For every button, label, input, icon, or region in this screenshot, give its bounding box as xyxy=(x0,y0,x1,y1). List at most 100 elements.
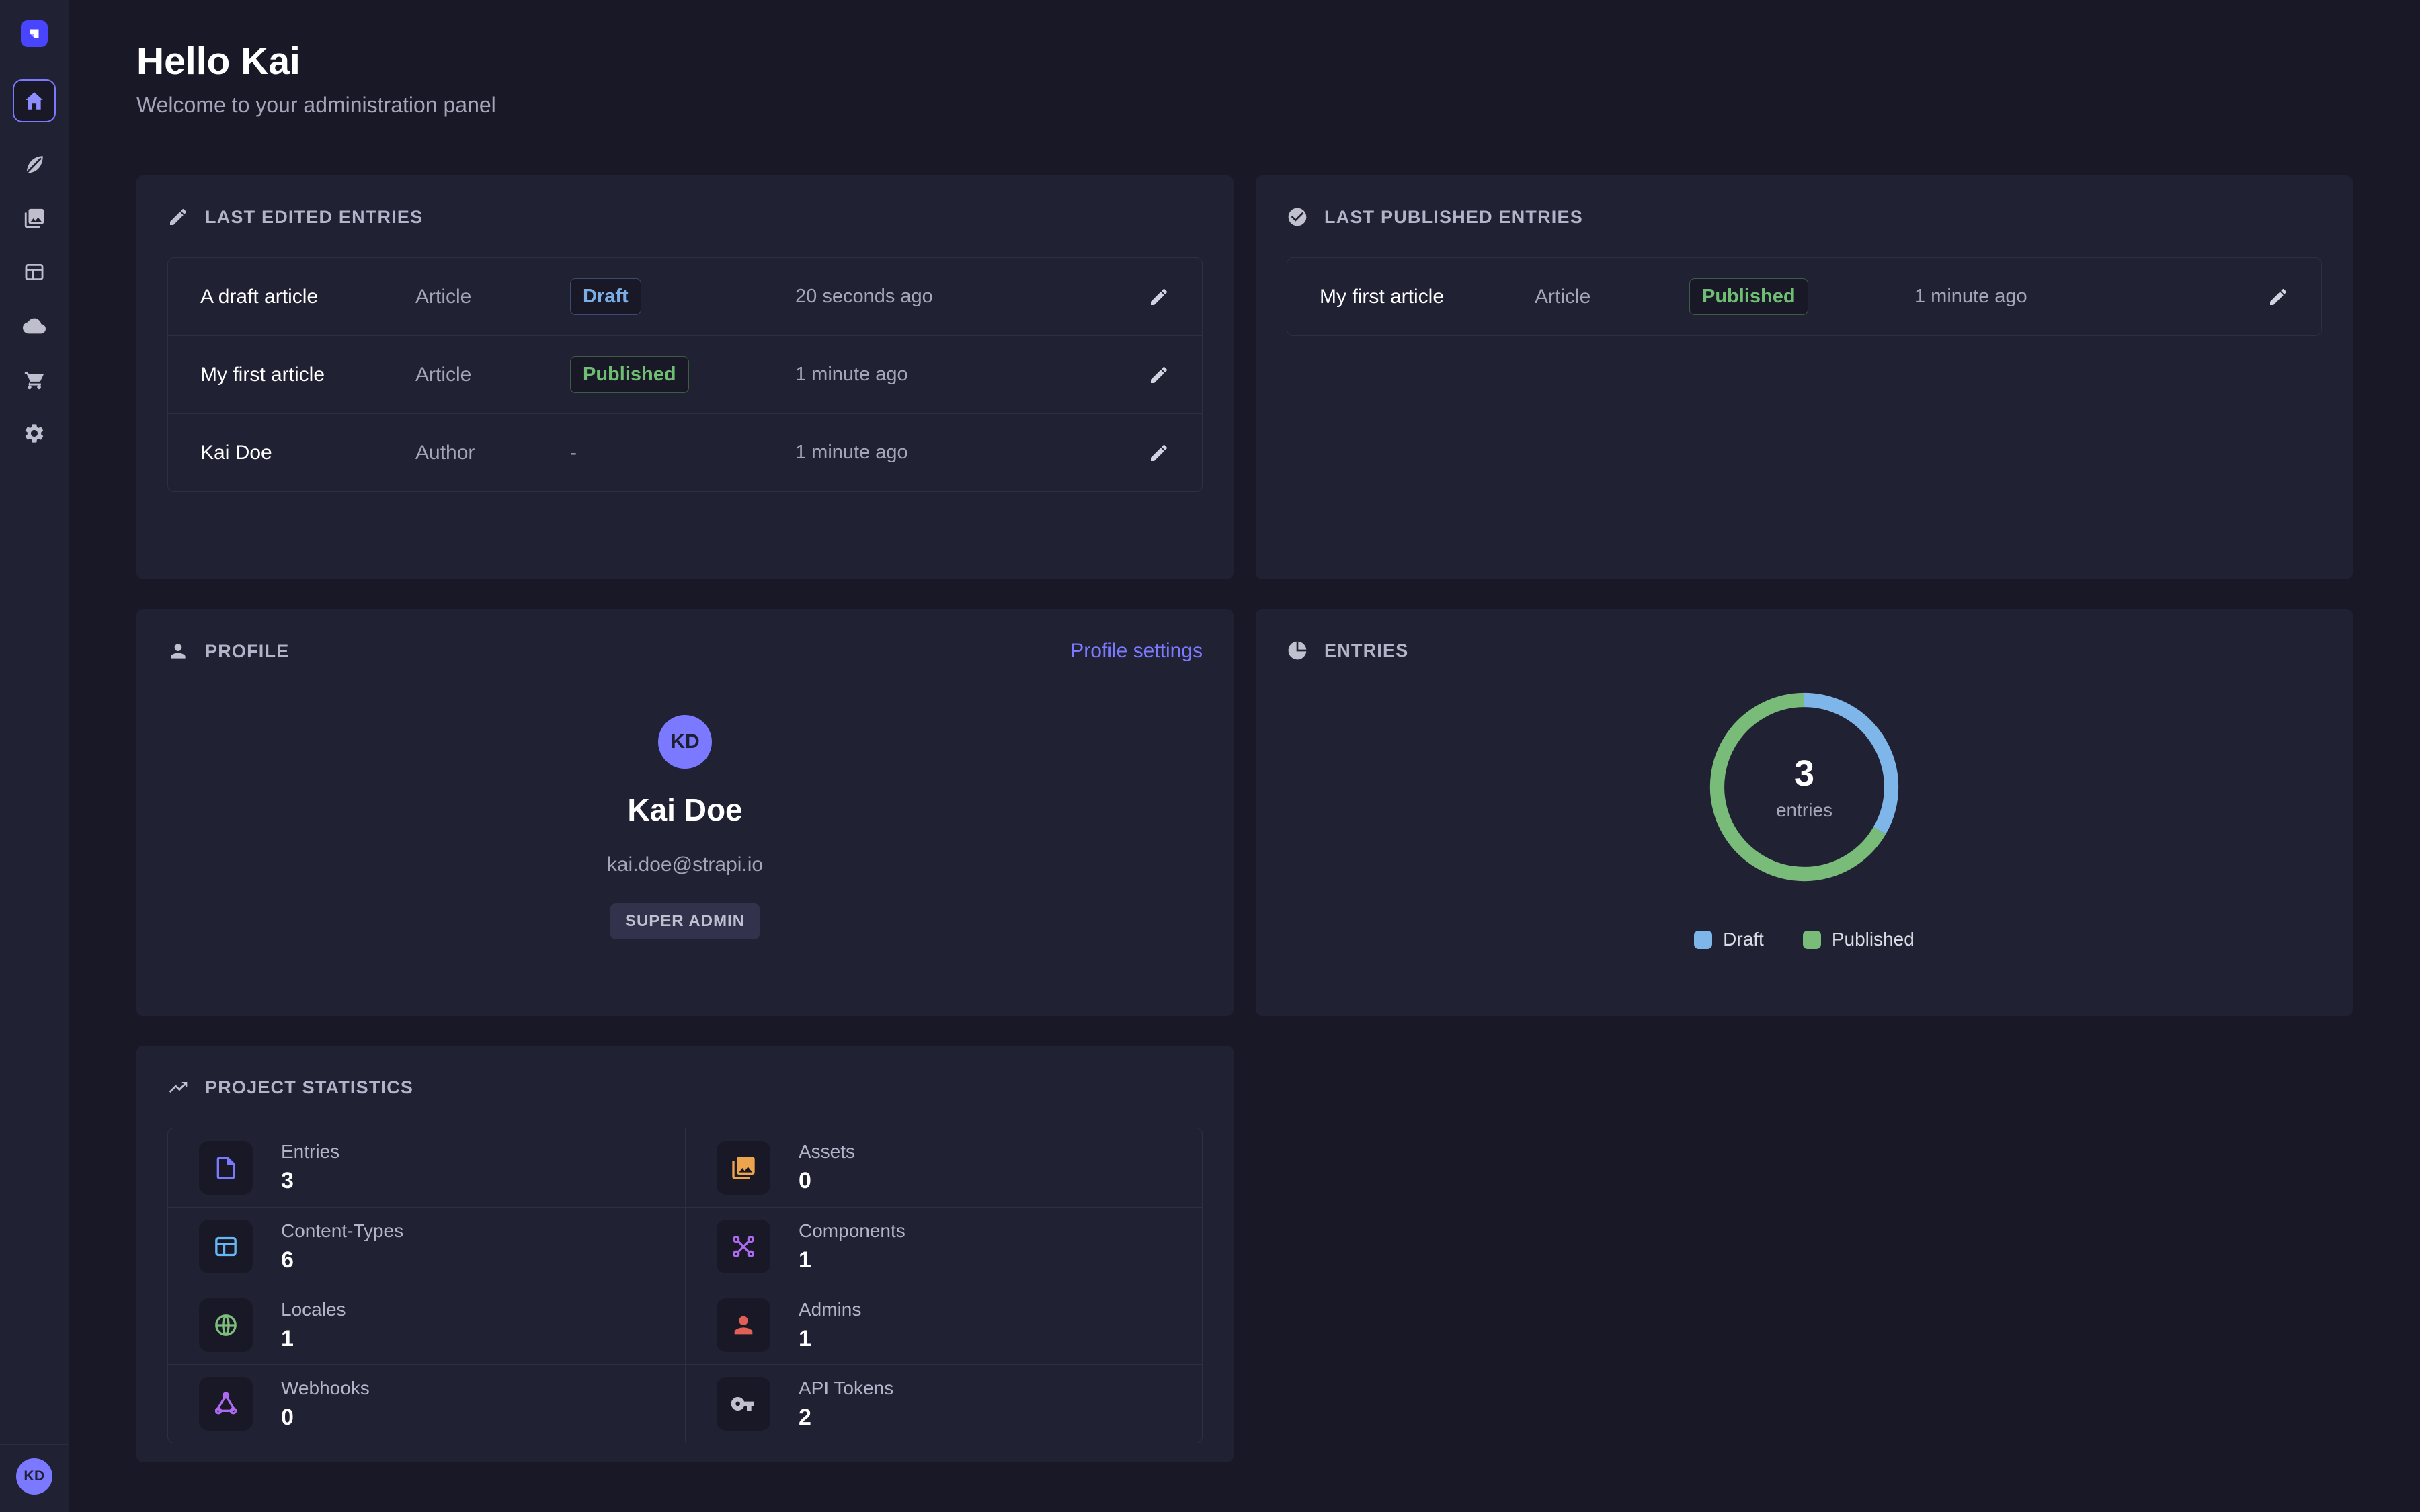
cloud-icon xyxy=(23,314,46,337)
globe-icon xyxy=(212,1312,239,1339)
legend-item: Draft xyxy=(1694,929,1764,950)
person-icon xyxy=(730,1312,757,1339)
stat-locales: Locales 1 xyxy=(168,1286,685,1364)
entry-type: Article xyxy=(415,286,570,308)
widgets-grid: LAST EDITED ENTRIES A draft article Arti… xyxy=(136,175,2353,1462)
key-icon xyxy=(730,1390,757,1417)
stat-label: Components xyxy=(799,1220,905,1242)
edit-entry-button[interactable] xyxy=(1148,442,1170,464)
stat-icon-box xyxy=(717,1298,770,1352)
role-badge: SUPER ADMIN xyxy=(610,903,760,939)
last-edited-table: A draft article Article Draft 20 seconds… xyxy=(167,257,1203,492)
sidebar-item-content-manager[interactable] xyxy=(23,153,46,176)
sidebar: KD xyxy=(0,0,69,1512)
project-statistics-panel: PROJECT STATISTICS Entries 3 Assets 0 Cont… xyxy=(136,1046,1234,1462)
legend-item: Published xyxy=(1803,929,1914,950)
edit-cell xyxy=(1109,286,1170,308)
entry-name: My first article xyxy=(1320,286,1535,308)
legend-swatch-published xyxy=(1803,931,1821,949)
panel-header: ENTRIES xyxy=(1287,640,2322,661)
edit-entry-button[interactable] xyxy=(1148,364,1170,386)
panel-title: ENTRIES xyxy=(1324,640,1408,661)
stat-value: 0 xyxy=(281,1404,370,1431)
legend-label: Draft xyxy=(1723,929,1764,950)
edit-cell xyxy=(1109,364,1170,386)
entry-type: Article xyxy=(1535,286,1689,308)
edit-entry-button[interactable] xyxy=(1148,286,1170,308)
entry-name: My first article xyxy=(200,364,415,386)
panel-header: LAST PUBLISHED ENTRIES xyxy=(1287,206,2322,228)
stat-components: Components1 xyxy=(685,1207,1202,1286)
stat-icon-box xyxy=(199,1377,253,1431)
table-row: My first article Article Published 1 min… xyxy=(1287,258,2321,335)
pencil-icon xyxy=(1148,286,1170,308)
sidebar-item-deploy[interactable] xyxy=(23,314,46,337)
pencil-icon xyxy=(2267,286,2289,308)
status-badge: Draft xyxy=(570,278,641,315)
profile-avatar: KD xyxy=(658,715,712,769)
status-cell: Published xyxy=(1689,278,1914,315)
profile-panel: PROFILE Profile settings KD Kai Doe kai.… xyxy=(136,609,1234,1016)
stat-value: 6 xyxy=(281,1247,403,1273)
entry-name: Kai Doe xyxy=(200,442,415,464)
nodes-icon xyxy=(730,1233,757,1260)
sidebar-nav xyxy=(0,67,69,445)
profile-body: KD Kai Doe kai.doe@strapi.io SUPER ADMIN xyxy=(167,715,1203,939)
cart-icon xyxy=(23,368,46,391)
stat-content-types: Content-Types6 xyxy=(168,1207,685,1286)
edit-entry-button[interactable] xyxy=(2267,286,2289,308)
panel-header: PROJECT STATISTICS xyxy=(167,1077,1203,1098)
sidebar-item-marketplace[interactable] xyxy=(23,368,46,391)
stat-value: 2 xyxy=(799,1404,893,1431)
stat-label: Admins xyxy=(799,1299,861,1320)
sidebar-item-settings[interactable] xyxy=(23,422,46,445)
stat-value: 1 xyxy=(281,1326,346,1352)
knot-icon xyxy=(212,1390,239,1417)
sidebar-item-home[interactable] xyxy=(13,79,56,122)
sidebar-logo-area xyxy=(0,0,69,67)
panel-header: LAST EDITED ENTRIES xyxy=(167,206,1203,228)
status-badge: Published xyxy=(570,356,689,393)
page-title: Hello Kai xyxy=(136,39,2353,83)
edit-cell xyxy=(1109,442,1170,464)
entry-time: 1 minute ago xyxy=(1914,286,2228,308)
panel-header: PROFILE Profile settings xyxy=(167,640,1203,663)
status-cell: Draft xyxy=(570,278,795,315)
stat-icon-box xyxy=(717,1377,770,1431)
stat-entries: Entries 3 xyxy=(168,1128,685,1207)
strapi-logo[interactable] xyxy=(21,20,48,47)
pencil-icon xyxy=(167,206,189,228)
layout-icon xyxy=(23,261,46,284)
entry-type: Author xyxy=(415,442,570,464)
pie-chart-icon xyxy=(1287,640,1308,661)
user-avatar[interactable]: KD xyxy=(16,1458,52,1495)
strapi-admin-app: KD Hello Kai Welcome to your administrat… xyxy=(0,0,2420,1512)
sidebar-item-content-type-builder[interactable] xyxy=(23,261,46,284)
donut-center: 3 entries xyxy=(1707,689,1902,884)
stat-value: 1 xyxy=(799,1326,861,1352)
panel-title: LAST EDITED ENTRIES xyxy=(205,207,423,228)
stat-label: Entries xyxy=(281,1141,339,1163)
status-dash: - xyxy=(570,442,795,464)
entry-type: Article xyxy=(415,364,570,386)
page-subtitle: Welcome to your administration panel xyxy=(136,93,2353,118)
stat-label: Assets xyxy=(799,1141,855,1163)
profile-settings-link[interactable]: Profile settings xyxy=(1070,640,1203,663)
stat-assets: Assets 0 xyxy=(685,1128,1202,1207)
chart-legend: Draft Published xyxy=(1694,929,1914,950)
table-row: Kai Doe Author - 1 minute ago xyxy=(168,413,1202,491)
strapi-logo-icon xyxy=(26,25,43,42)
sidebar-item-media-library[interactable] xyxy=(23,207,46,230)
stat-api-tokens: API Tokens2 xyxy=(685,1364,1202,1443)
stat-webhooks: Webhooks0 xyxy=(168,1364,685,1443)
entries-chart-wrap: 3 entries Draft Published xyxy=(1287,661,2322,950)
layout-icon xyxy=(212,1233,239,1260)
stats-grid: Entries 3 Assets 0 Content-Types6 Componen… xyxy=(167,1128,1203,1443)
table-row: My first article Article Published 1 min… xyxy=(168,335,1202,413)
check-circle-icon xyxy=(1287,206,1308,228)
stat-value: 0 xyxy=(799,1168,855,1194)
stat-value: 3 xyxy=(281,1168,339,1194)
entry-time: 20 seconds ago xyxy=(795,286,1109,308)
stat-label: Locales xyxy=(281,1299,346,1320)
entries-total: 3 xyxy=(1794,753,1814,794)
